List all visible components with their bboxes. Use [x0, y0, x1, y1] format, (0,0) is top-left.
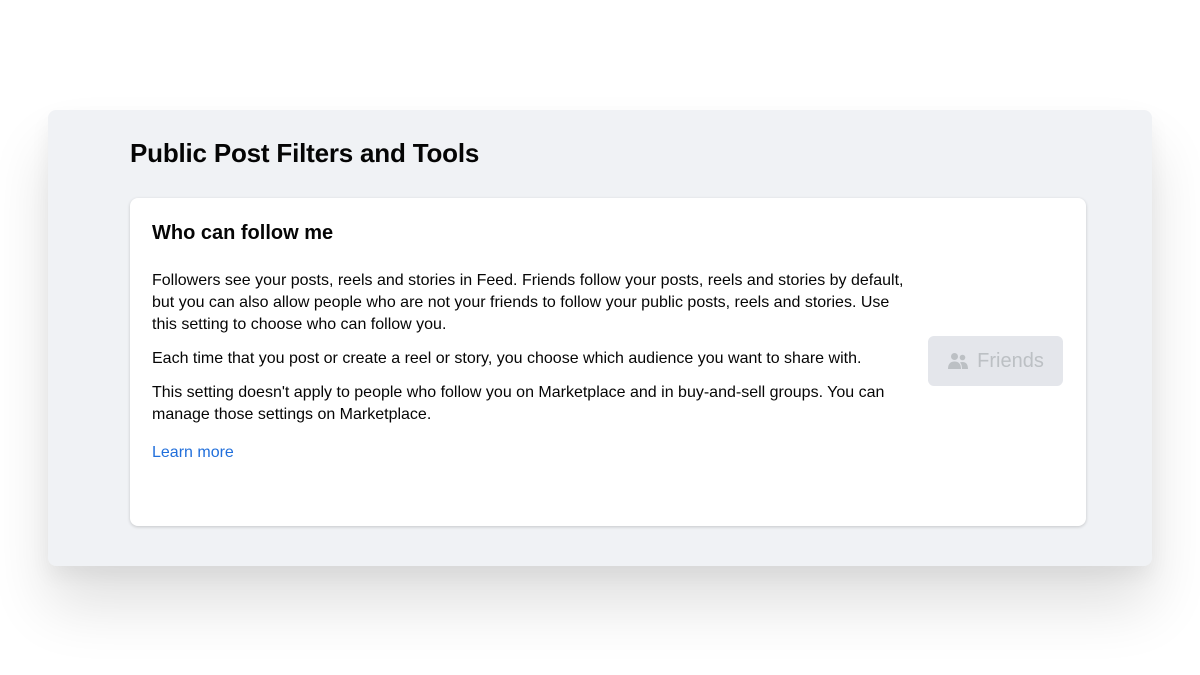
- learn-more-link[interactable]: Learn more: [152, 442, 234, 464]
- page-title: Public Post Filters and Tools: [130, 138, 480, 168]
- audience-button-label: Friends: [977, 349, 1044, 372]
- description-paragraph-followers: Followers see your posts, reels and stor…: [152, 272, 904, 333]
- description-paragraph-audience: Each time that you post or create a reel…: [152, 350, 862, 367]
- card-title: Who can follow me: [152, 222, 334, 244]
- card-description: Followers see your posts, reels and stor…: [152, 270, 912, 464]
- description-paragraph-marketplace: This setting doesn't apply to people who…: [152, 384, 885, 423]
- settings-panel: Public Post Filters and Tools Who can fo…: [48, 110, 1152, 566]
- who-can-follow-card: Who can follow me Followers see your pos…: [130, 198, 1086, 526]
- audience-select-button[interactable]: Friends: [928, 336, 1063, 386]
- friends-icon: [947, 352, 969, 370]
